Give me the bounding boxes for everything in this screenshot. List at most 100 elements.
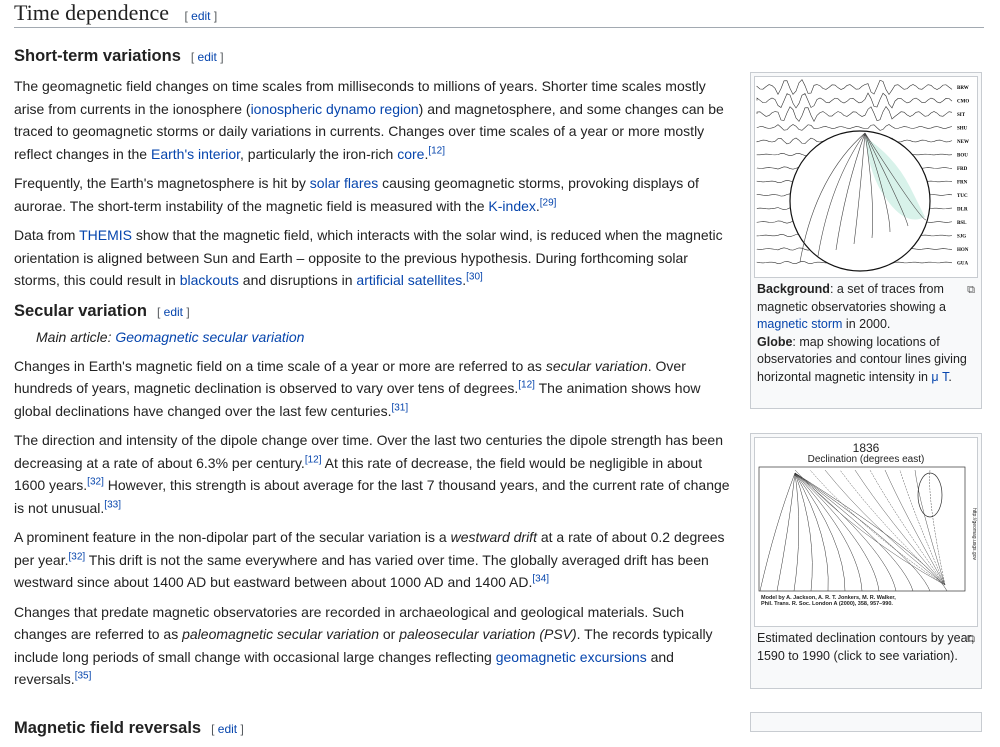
citation-link[interactable]: [31] [391, 402, 408, 413]
bold-text: Globe [757, 334, 793, 349]
main-article-link[interactable]: Geomagnetic secular variation [115, 329, 304, 345]
paragraph: The geomagnetic field changes on time sc… [14, 75, 734, 165]
station-label: BOU [957, 154, 968, 159]
wiki-link[interactable]: μ T [931, 370, 948, 384]
figure-caption: ⧉ Estimated declination contours by year,… [754, 627, 978, 667]
edit-section: [ edit ] [190, 50, 224, 64]
enlarge-icon[interactable]: ⧉ [967, 282, 975, 300]
subsection-heading: Magnetic field reversals [ edit ] [14, 716, 734, 741]
figure-declination: 1836 Declination (degrees east) Model by… [750, 433, 982, 689]
citation-link[interactable]: [35] [75, 670, 92, 681]
paragraph: Frequently, the Earth's magnetosphere is… [14, 172, 734, 217]
citation-link[interactable]: [32] [68, 551, 85, 562]
text: This drift is not the same everywhere an… [14, 551, 709, 591]
text: Data from [14, 227, 80, 243]
station-label: FRN [957, 181, 968, 186]
station-label: NEW [957, 140, 969, 145]
wiki-link[interactable]: core [397, 146, 424, 162]
edit-section: [ edit ] [211, 721, 244, 736]
bracket: [ [184, 9, 188, 23]
section-title: Time dependence [14, 0, 169, 25]
magnetic-storm-image[interactable]: BRW CMO SIT SHU NEW BOU FRD FRN TUC DLR BSL SJG HON G… [754, 76, 978, 278]
station-label: BRW [957, 86, 969, 91]
article-body: Short-term variations [ edit ] The geomagn… [14, 40, 734, 747]
wiki-link[interactable]: artificial satellites [356, 272, 462, 288]
subsection-title: Secular variation [14, 301, 147, 320]
wiki-link[interactable]: Earth's interior [151, 146, 240, 162]
text: However, this strength is about average … [14, 477, 730, 516]
text: and disruptions in [238, 272, 357, 288]
credit-line-2: Phil. Trans. R. Soc. London A (2000), 35… [761, 601, 893, 607]
section-heading: Time dependence [ edit ] [14, 0, 984, 28]
wiki-link[interactable]: solar flares [310, 175, 378, 191]
citation-link[interactable]: [34] [532, 573, 549, 584]
enlarge-icon[interactable]: ⧉ [967, 631, 975, 649]
bracket: ] [213, 9, 218, 23]
citation-link[interactable]: [29] [540, 197, 557, 208]
italic-text: paleomagnetic secular variation [182, 626, 379, 642]
station-label: FRD [957, 167, 968, 172]
hatnote-label: Main article: [36, 328, 116, 345]
declination-year: 1836 [852, 441, 880, 455]
station-label: HON [957, 248, 969, 253]
wiki-link[interactable]: ionospheric dynamo region [251, 101, 419, 117]
wiki-link[interactable]: K-index [488, 198, 535, 214]
citation-link[interactable]: [30] [466, 271, 483, 282]
station-label: CMO [957, 100, 969, 105]
source-url: http://geomag.usgs.gov [971, 508, 977, 560]
subsection-heading: Secular variation [ edit ] [14, 299, 734, 324]
declination-image[interactable]: 1836 Declination (degrees east) Model by… [754, 437, 978, 627]
subsection-heading: Short-term variations [ edit ] [14, 44, 734, 69]
bold-text: Background [757, 282, 830, 296]
paragraph: Changes in Earth's magnetic field on a t… [14, 355, 734, 423]
text: or [379, 626, 400, 642]
subsection-title: Magnetic field reversals [14, 718, 202, 737]
citation-link[interactable]: [32] [87, 476, 104, 487]
station-label: TUC [957, 194, 968, 199]
text: Changes in Earth's magnetic field on a t… [14, 357, 546, 374]
declination-subtitle: Declination (degrees east) [807, 454, 925, 465]
figure-next [750, 712, 982, 732]
edit-link[interactable]: edit [164, 305, 183, 319]
trace-line [756, 105, 953, 123]
edit-link[interactable]: edit [198, 50, 217, 64]
station-label: BSL [957, 221, 967, 226]
edit-section: [ edit ] [184, 9, 217, 23]
wiki-link[interactable]: blackouts [180, 272, 239, 288]
citation-link[interactable]: [12] [518, 379, 535, 390]
edit-link[interactable]: edit [191, 9, 210, 23]
citation-link[interactable]: [33] [104, 499, 121, 510]
station-label: SIT [957, 113, 966, 118]
paragraph: The direction and intensity of the dipol… [14, 429, 734, 519]
italic-text: secular variation [545, 357, 648, 374]
paragraph: Changes that predate magnetic observator… [14, 601, 734, 691]
text: A prominent feature in the non-dipolar p… [14, 529, 451, 545]
text: in 2000. [842, 317, 891, 331]
station-label: SHU [957, 127, 968, 132]
trace-line [756, 124, 953, 131]
paragraph: A prominent feature in the non-dipolar p… [14, 526, 734, 594]
trace-line [756, 92, 953, 109]
wiki-link[interactable]: THEMIS [79, 227, 132, 243]
station-label: DLR [957, 208, 968, 213]
text: , particularly the iron-rich [240, 145, 398, 162]
citation-link[interactable]: [12] [305, 454, 322, 465]
text: Estimated declination contours by year, … [757, 631, 975, 663]
citation-link[interactable]: [12] [428, 145, 445, 156]
italic-text: westward drift [450, 529, 537, 545]
station-label: GUA [957, 262, 969, 267]
figure-magnetic-storm: BRW CMO SIT SHU NEW BOU FRD FRN TUC DLR BSL SJG HON G… [750, 72, 982, 409]
text: Frequently, the Earth's magnetosphere is… [14, 175, 310, 191]
text: . [948, 369, 952, 384]
wiki-link[interactable]: magnetic storm [757, 317, 842, 331]
edit-section: [ edit ] [156, 304, 190, 319]
subsection-title: Short-term variations [14, 47, 181, 65]
edit-link[interactable]: edit [218, 722, 237, 736]
station-label: SJG [957, 235, 966, 240]
figure-caption: ⧉ Background: a set of traces from magnet… [754, 278, 978, 388]
trace-line [756, 79, 953, 96]
hatnote: Main article: Geomagnetic secular variat… [14, 326, 734, 348]
paragraph: Data from THEMIS show that the magnetic … [14, 224, 734, 292]
italic-text: paleosecular variation (PSV) [399, 626, 577, 642]
wiki-link[interactable]: geomagnetic excursions [496, 649, 647, 665]
